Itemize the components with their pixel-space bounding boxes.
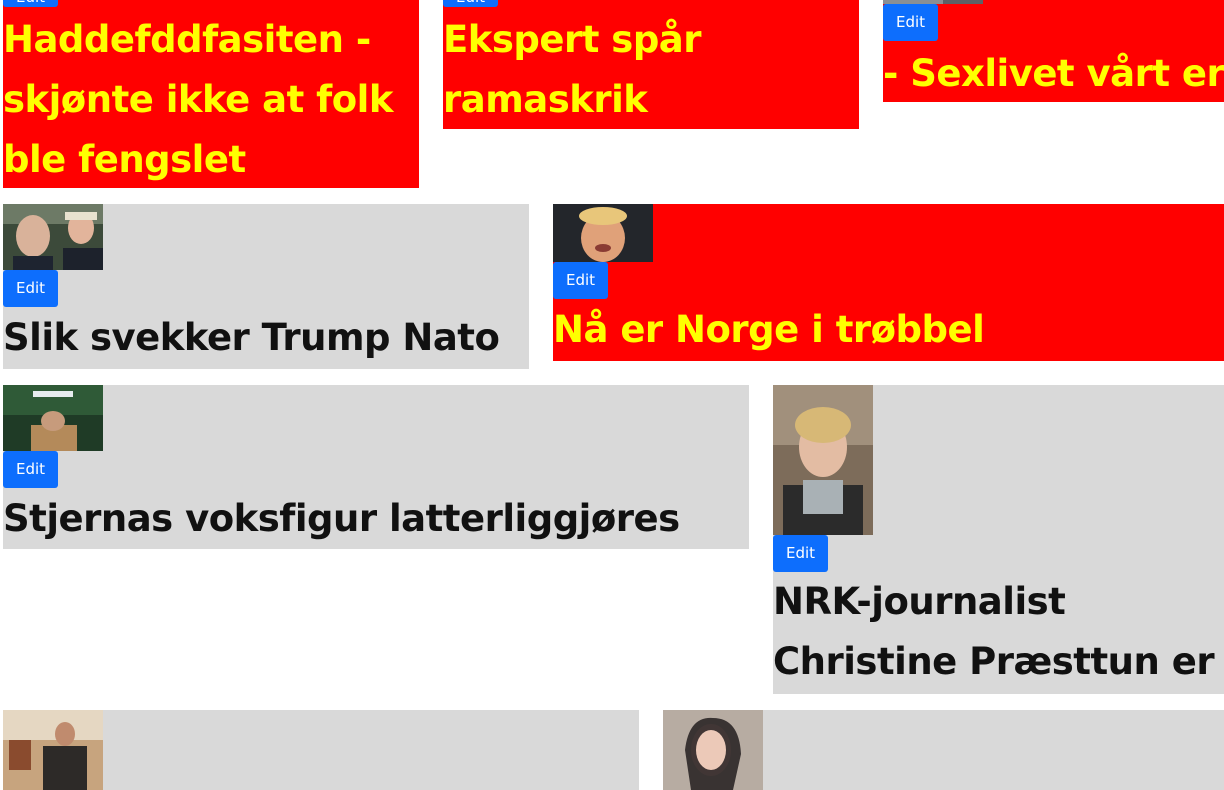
- article-title[interactable]: Ekspert spår ramaskrik: [443, 10, 859, 129]
- edit-button[interactable]: Edit: [553, 262, 609, 299]
- article-card-7[interactable]: Edit NRK-journalist Christine Præsttun e…: [773, 385, 1224, 694]
- article-thumbnail[interactable]: [3, 710, 103, 790]
- article-card-5[interactable]: Edit Nå er Norge i trøbbel: [553, 204, 1224, 361]
- article-thumbnail[interactable]: [773, 385, 873, 535]
- article-thumbnail[interactable]: [553, 204, 653, 262]
- article-title[interactable]: Nå er Norge i trøbbel: [553, 299, 1224, 361]
- article-thumbnail[interactable]: [3, 385, 103, 451]
- article-card-6[interactable]: Edit Stjernas voksfigur latterliggjøres: [3, 385, 749, 549]
- article-card-8[interactable]: [3, 710, 639, 790]
- article-thumbnail[interactable]: [663, 710, 763, 790]
- article-card-4[interactable]: Edit Slik svekker Trump Nato: [3, 204, 529, 369]
- edit-button[interactable]: Edit: [883, 4, 939, 41]
- article-title[interactable]: Slik svekker Trump Nato: [3, 307, 529, 369]
- article-thumbnail[interactable]: [3, 204, 103, 270]
- edit-button[interactable]: Edit: [3, 0, 59, 7]
- article-card-3[interactable]: Edit - Sexlivet vårt er o: [883, 0, 1224, 102]
- edit-button[interactable]: Edit: [3, 451, 59, 488]
- article-card-1[interactable]: Edit Haddefddfasiten - skjønte ikke at f…: [3, 0, 419, 188]
- edit-button[interactable]: Edit: [3, 270, 59, 307]
- edit-button[interactable]: Edit: [773, 535, 829, 572]
- article-title[interactable]: Haddefddfasiten - skjønte ikke at folk b…: [3, 10, 419, 188]
- article-title[interactable]: Stjernas voksfigur latterliggjøres: [3, 488, 749, 549]
- article-card-2[interactable]: Edit Ekspert spår ramaskrik: [443, 0, 859, 129]
- article-card-9[interactable]: [663, 710, 1224, 790]
- article-title[interactable]: - Sexlivet vårt er o: [883, 44, 1224, 102]
- article-title[interactable]: NRK-journalist Christine Præsttun er død: [773, 572, 1224, 694]
- edit-button[interactable]: Edit: [443, 0, 499, 7]
